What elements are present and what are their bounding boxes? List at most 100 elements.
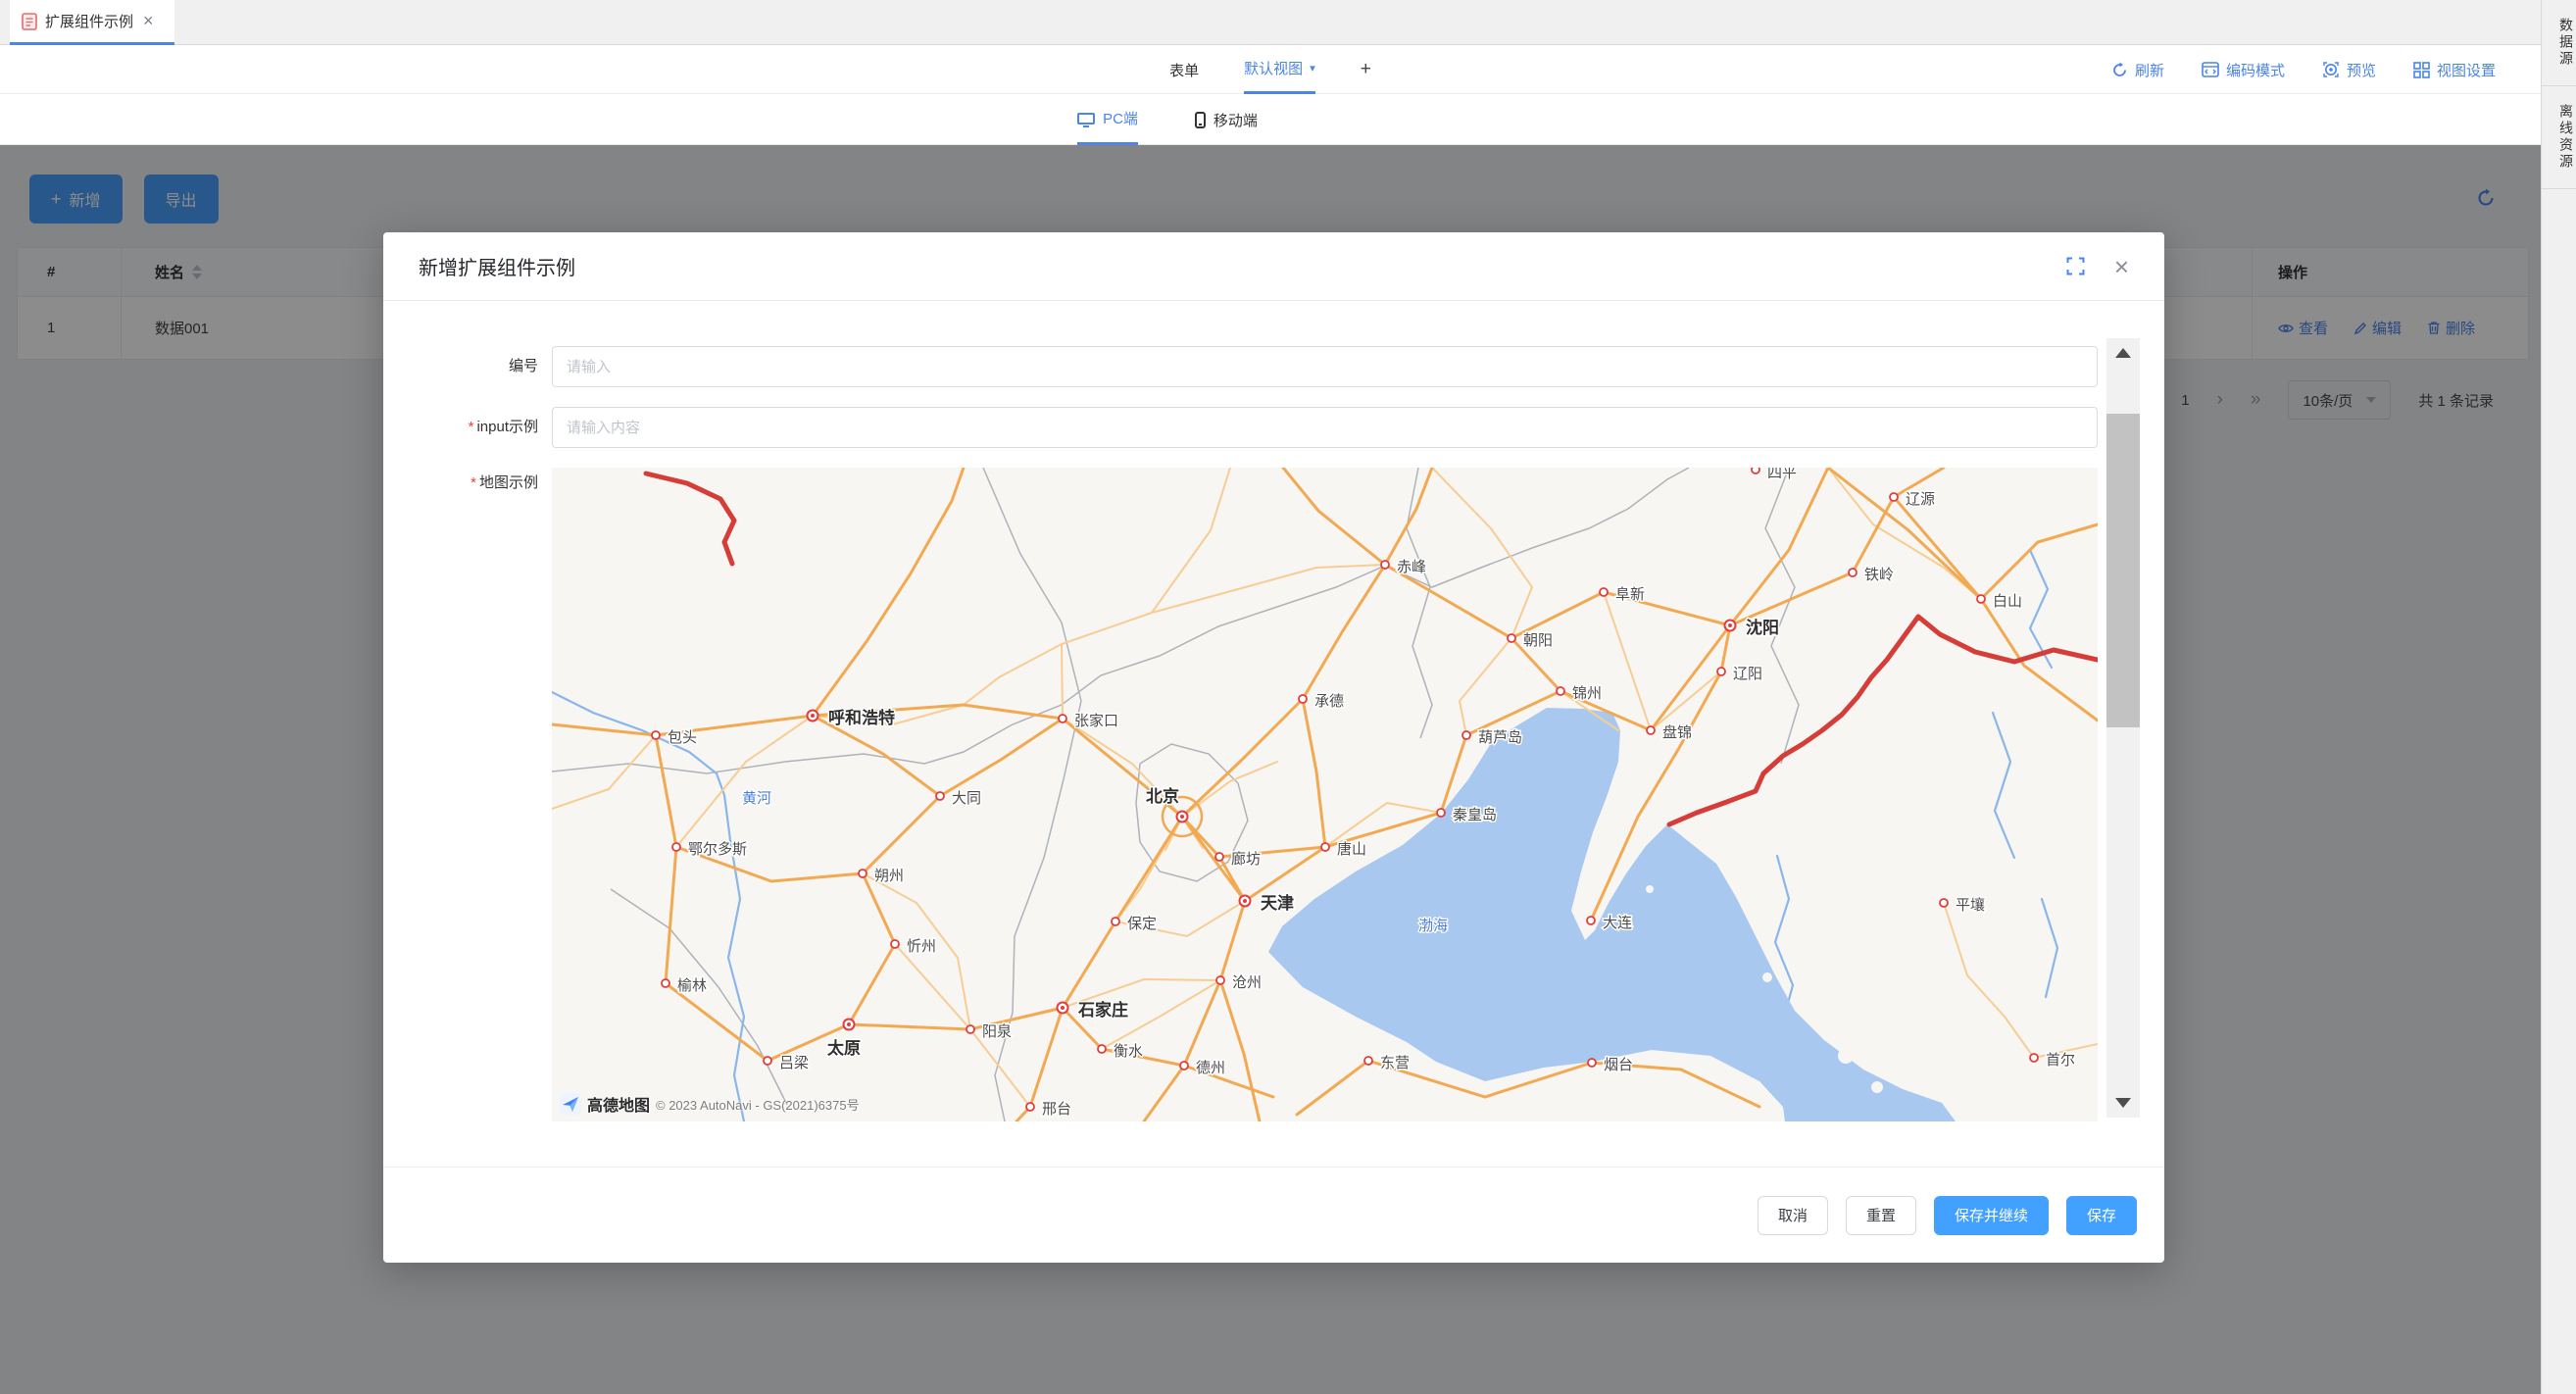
mobile-icon <box>1195 112 1206 128</box>
map-city-marker-dot <box>847 1022 851 1026</box>
close-dialog-button[interactable]: × <box>2114 254 2129 279</box>
map-city-marker <box>1299 695 1307 703</box>
map-city-label: 榆林 <box>677 977 707 994</box>
tab-form[interactable]: 表单 <box>1169 45 1199 94</box>
input-demo-field[interactable] <box>552 407 2098 448</box>
preview-icon <box>2322 61 2340 78</box>
chevron-down-icon: ▾ <box>1310 62 1315 75</box>
map-city-marker <box>1600 588 1608 596</box>
reset-button[interactable]: 重置 <box>1846 1196 1916 1235</box>
map-city-marker-dot <box>1180 815 1184 819</box>
field-label: *地图示例 <box>419 468 552 493</box>
view-settings-action[interactable]: 视图设置 <box>2413 60 2496 80</box>
required-mark: * <box>469 419 474 435</box>
maximize-button[interactable] <box>2066 257 2085 275</box>
map-island <box>1821 1012 1831 1021</box>
dialog-scrollbar[interactable] <box>2106 338 2140 1118</box>
save-and-continue-button[interactable]: 保存并继续 <box>1934 1196 2049 1235</box>
map-city-label: 烟台 <box>1604 1057 1633 1073</box>
map-city-label: 葫芦岛 <box>1478 729 1522 746</box>
add-view-tab-button[interactable]: + <box>1361 45 1371 94</box>
map-city-label: 太原 <box>827 1038 861 1058</box>
map-city-marker <box>1098 1045 1106 1053</box>
map-city-label: 保定 <box>1127 916 1157 932</box>
app-window: 扩展组件示例 × 表单 默认视图 ▾ + 刷新 <box>0 0 2576 1394</box>
form-row-input-demo: *input示例 <box>419 407 2098 448</box>
map-city-label: 平壤 <box>1956 896 1985 914</box>
refresh-icon <box>2111 62 2128 78</box>
refresh-action[interactable]: 刷新 <box>2111 60 2164 80</box>
map-city-label: 忻州 <box>907 938 936 955</box>
dialog-body: 编号 *input示例 *地图示例 包头呼和浩特张家口赤峰四平辽源铁岭白山阜新沈… <box>383 301 2164 1121</box>
triangle-down-icon <box>2115 1098 2131 1108</box>
map-city-label: 盘锦 <box>1662 723 1692 741</box>
dialog-header: 新增扩展组件示例 × <box>383 232 2164 301</box>
map-field[interactable]: 包头呼和浩特张家口赤峰四平辽源铁岭白山阜新沈阳朝阳辽阳锦州承德葫芦岛盘锦大同北京… <box>552 468 2098 1121</box>
map-city-label: 石家庄 <box>1077 1000 1128 1020</box>
map-city-label: 四平 <box>1767 468 1797 481</box>
map-city-marker <box>1977 595 1985 603</box>
code-mode-action[interactable]: 编码模式 <box>2202 60 2285 80</box>
expand-icon <box>2066 257 2085 275</box>
map-city-marker-dot <box>1243 899 1247 903</box>
field-label: *input示例 <box>419 407 552 448</box>
code-mode-icon <box>2202 62 2219 77</box>
tab-extension-component-demo[interactable]: 扩展组件示例 × <box>10 0 174 45</box>
map-city-marker <box>652 731 660 739</box>
map-city-marker <box>1381 561 1389 569</box>
scrollbar-thumb[interactable] <box>2106 414 2140 727</box>
browser-tab-bar: 扩展组件示例 × <box>0 0 2541 45</box>
map-city-label: 包头 <box>668 729 697 746</box>
map-city-label: 锦州 <box>1572 685 1602 702</box>
tab-default-view[interactable]: 默认视图 ▾ <box>1244 45 1315 94</box>
form-row-number: 编号 <box>419 346 2098 387</box>
map-city-marker <box>1647 726 1655 734</box>
map-city-marker <box>1890 493 1898 501</box>
map-city-label: 德州 <box>1196 1059 1225 1076</box>
form-row-map-demo: *地图示例 包头呼和浩特张家口赤峰四平辽源铁岭白山阜新沈阳朝阳辽阳锦州承德葫芦岛… <box>419 468 2098 1121</box>
map-city-label: 东营 <box>1380 1055 1410 1071</box>
map-city-marker <box>1588 1059 1596 1067</box>
map-city-label: 张家口 <box>1074 713 1118 729</box>
tab-mobile[interactable]: 移动端 <box>1195 94 1258 145</box>
tab-pc[interactable]: PC端 <box>1077 94 1138 145</box>
map-city-marker <box>1364 1057 1372 1065</box>
map-city-label: 呼和浩特 <box>828 708 895 727</box>
required-mark: * <box>471 474 476 491</box>
map-canvas[interactable]: 包头呼和浩特张家口赤峰四平辽源铁岭白山阜新沈阳朝阳辽阳锦州承德葫芦岛盘锦大同北京… <box>552 468 2098 1121</box>
map-city-label: 大连 <box>1603 915 1632 931</box>
map-island <box>1838 1048 1854 1064</box>
map-island <box>1871 1081 1883 1093</box>
map-city-marker <box>1112 918 1119 925</box>
map-city-marker <box>1059 715 1066 722</box>
map-sea-label: 渤海 <box>1418 918 1448 934</box>
map-city-marker <box>966 1025 974 1033</box>
rail-item-datasource[interactable]: 数据源 <box>2542 0 2576 86</box>
map-city-marker <box>1462 731 1470 739</box>
number-input[interactable] <box>552 346 2098 387</box>
preview-action[interactable]: 预览 <box>2322 60 2376 80</box>
scroll-down-button[interactable] <box>2106 1088 2140 1118</box>
map-city-label: 辽源 <box>1906 491 1935 508</box>
map-island <box>1888 1039 1898 1049</box>
map-city-label: 邢台 <box>1042 1101 1071 1118</box>
map-city-label: 天津 <box>1261 893 1294 913</box>
map-city-marker <box>859 870 867 877</box>
view-bar: 表单 默认视图 ▾ + 刷新 编码模式 <box>0 45 2541 94</box>
rail-item-offline-resource[interactable]: 离线资源 <box>2542 86 2576 189</box>
map-city-marker <box>662 979 669 987</box>
map-city-marker-dot <box>1728 623 1732 627</box>
map-city-label: 北京 <box>1146 786 1179 806</box>
map-river-label: 黄河 <box>742 790 771 807</box>
scroll-up-button[interactable] <box>2106 338 2140 368</box>
save-button[interactable]: 保存 <box>2066 1196 2137 1235</box>
map-city-label: 廊坊 <box>1231 851 1261 868</box>
map-city-marker <box>1587 917 1595 924</box>
map-city-marker <box>1940 899 1948 907</box>
cancel-button[interactable]: 取消 <box>1758 1196 1828 1235</box>
map-city-marker <box>1437 809 1445 817</box>
tab-close-icon[interactable]: × <box>143 11 154 31</box>
map-city-label: 辽阳 <box>1733 666 1762 682</box>
document-icon <box>22 13 37 30</box>
right-rail: 数据源 离线资源 <box>2541 0 2576 1394</box>
